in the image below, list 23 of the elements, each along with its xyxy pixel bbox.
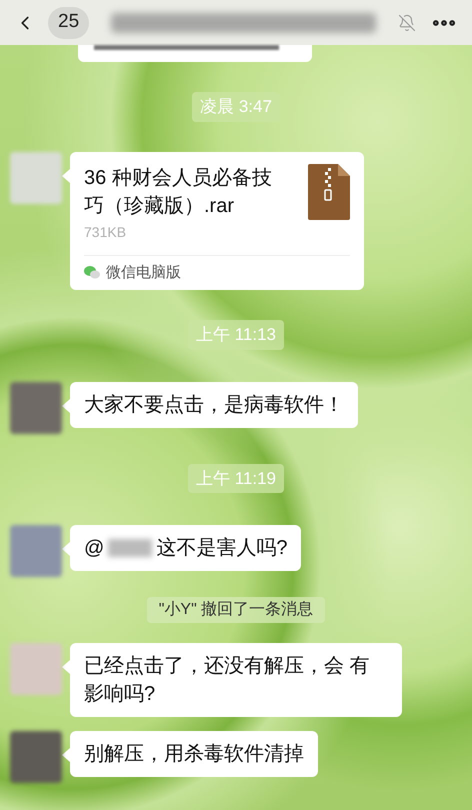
mute-icon[interactable]	[398, 14, 416, 32]
file-message-card[interactable]: 36 种财会人员必备技巧（珍藏版）.rar 731KB 微信电脑版	[70, 152, 364, 290]
zip-file-icon	[308, 164, 350, 220]
unread-count[interactable]: 25	[48, 6, 90, 38]
message-text: 这不是害人吗?	[156, 536, 288, 561]
time-stamp: 凌晨 3:47	[192, 92, 280, 122]
blurred-name	[108, 539, 152, 557]
time-stamp: 上午 11:19	[188, 464, 284, 493]
avatar[interactable]	[10, 382, 62, 434]
chat-app-icon	[84, 266, 100, 280]
recall-notice: "小Y" 撤回了一条消息	[146, 597, 326, 623]
file-source: 微信电脑版	[106, 262, 181, 282]
message-text: 别解压，用杀毒软件清掉	[84, 742, 304, 767]
mention-symbol: @	[84, 536, 104, 561]
file-size: 731KB	[84, 222, 128, 242]
time-stamp: 上午 11:13	[188, 320, 284, 350]
message-text: 已经点击了，还没有解压，会 有影响吗?	[84, 654, 371, 707]
avatar[interactable]	[10, 643, 62, 695]
message-text: 大家不要点击，是病毒软件！	[84, 392, 344, 418]
avatar[interactable]	[10, 731, 62, 783]
file-name: 36 种财会人员必备技巧（珍藏版）.rar	[84, 166, 272, 218]
avatar[interactable]	[10, 152, 62, 204]
avatar[interactable]	[10, 525, 62, 577]
